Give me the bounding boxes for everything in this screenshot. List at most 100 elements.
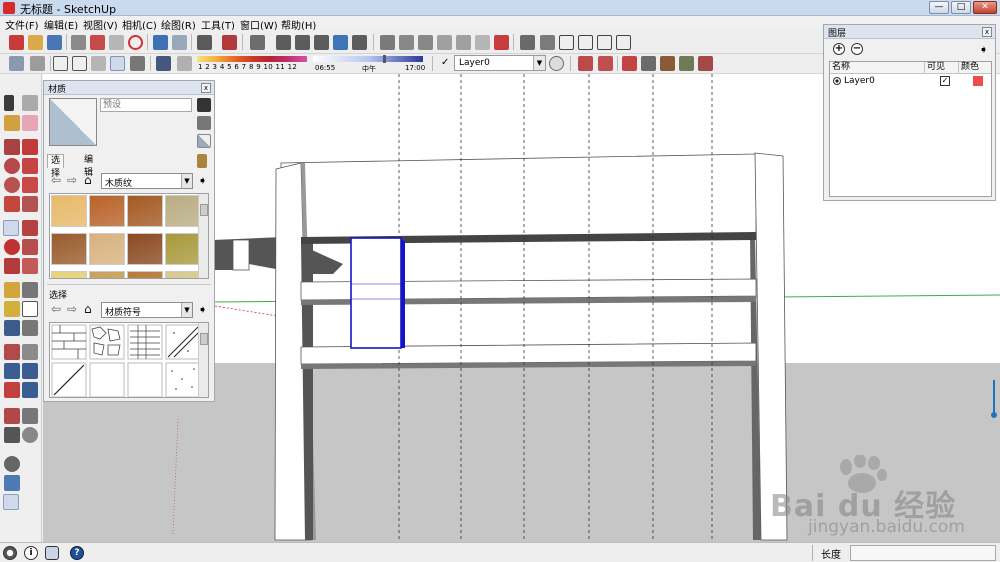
tab-edit[interactable]: 编辑 xyxy=(81,154,96,178)
material-swatch[interactable] xyxy=(165,195,201,227)
layer-select[interactable]: Layer0 ▼ xyxy=(454,55,546,71)
layer-visible-checkbox[interactable]: ✓ xyxy=(940,76,950,86)
material-swatch[interactable] xyxy=(127,195,163,227)
user-account-icon[interactable] xyxy=(45,546,59,560)
create-material-icon[interactable] xyxy=(197,116,211,130)
paint-bucket-icon[interactable] xyxy=(4,115,20,131)
next-view-icon[interactable] xyxy=(475,35,490,50)
make-component-icon[interactable] xyxy=(250,35,265,50)
redo-icon[interactable] xyxy=(172,35,187,50)
style-textured-icon[interactable] xyxy=(352,35,367,50)
scale-icon[interactable] xyxy=(4,258,20,274)
zoom-window-icon[interactable] xyxy=(437,35,452,50)
text-icon[interactable] xyxy=(22,301,38,317)
dimension-icon[interactable] xyxy=(22,282,38,298)
material-swatch[interactable] xyxy=(127,233,163,265)
material-swatch[interactable] xyxy=(89,195,125,227)
push-pull-icon[interactable] xyxy=(22,220,38,236)
tab-select[interactable]: 选择 xyxy=(47,154,65,179)
rotate-icon[interactable] xyxy=(4,239,20,255)
chevron-down-icon[interactable]: ▼ xyxy=(181,174,192,188)
credits-icon[interactable]: i xyxy=(24,546,38,560)
material-swatch[interactable] xyxy=(127,271,163,278)
zoom-icon[interactable] xyxy=(418,35,433,50)
symbol-library-select[interactable]: 材质符号 ▼ xyxy=(101,302,193,318)
top-view-icon[interactable] xyxy=(540,35,555,50)
layers-panel-header[interactable]: 图层 x xyxy=(824,25,995,39)
materials-panel-header[interactable]: 材质 x xyxy=(44,81,214,95)
pan-icon[interactable] xyxy=(399,35,414,50)
material-name-input[interactable] xyxy=(100,98,192,112)
section-plane-tool-icon[interactable] xyxy=(22,427,38,443)
print-icon[interactable] xyxy=(197,35,212,50)
freehand-icon[interactable] xyxy=(22,158,38,174)
style-xray-icon[interactable] xyxy=(276,35,291,50)
protractor-icon[interactable] xyxy=(4,301,20,317)
sandbox-tool-icon[interactable] xyxy=(4,456,20,472)
look-around-icon[interactable] xyxy=(22,408,38,424)
forward-arrow-icon[interactable]: ⇨ xyxy=(67,303,77,315)
make-component-tool-icon[interactable] xyxy=(22,95,38,111)
symbol-swatches[interactable] xyxy=(50,323,200,398)
layers-close-button[interactable]: x xyxy=(982,27,992,37)
table-row[interactable]: Layer0 ✓ xyxy=(830,75,991,88)
paste-icon[interactable] xyxy=(109,35,124,50)
chevron-down-icon[interactable]: ▼ xyxy=(181,303,192,317)
layer-name[interactable]: Layer0 xyxy=(844,76,875,86)
column-header-name[interactable]: 名称 xyxy=(830,62,925,74)
polygon-icon[interactable] xyxy=(4,177,20,193)
default-material-icon[interactable] xyxy=(197,134,211,148)
minimize-button[interactable]: — xyxy=(929,1,949,14)
shadow-month-slider[interactable]: 1 2 3 4 5 6 7 8 9 10 11 12 xyxy=(197,56,307,72)
zoom-slider[interactable] xyxy=(991,380,997,420)
cut-icon[interactable] xyxy=(71,35,86,50)
open-folder-icon[interactable] xyxy=(28,35,43,50)
details-arrow-icon[interactable]: ➧ xyxy=(198,303,207,316)
zoom-extents-icon[interactable] xyxy=(494,35,509,50)
layer-manager-icon[interactable] xyxy=(549,56,564,71)
new-file-icon[interactable] xyxy=(9,35,24,50)
material-swatch[interactable] xyxy=(165,233,201,265)
shadow-time-slider[interactable]: 06:55 中午 17:00 xyxy=(313,55,425,73)
material-preview[interactable] xyxy=(49,98,97,146)
axes-icon[interactable] xyxy=(4,320,20,336)
materials-close-button[interactable]: x xyxy=(201,83,211,93)
undo-icon[interactable] xyxy=(153,35,168,50)
previous-view-icon[interactable] xyxy=(456,35,471,50)
front-view-icon[interactable] xyxy=(559,35,574,50)
home-icon[interactable]: ⌂ xyxy=(84,174,92,186)
swatch-scroll-thumb[interactable] xyxy=(200,204,208,216)
warehouse-icon[interactable] xyxy=(622,56,637,71)
rectangle-icon[interactable] xyxy=(4,139,20,155)
line-icon[interactable] xyxy=(22,139,38,155)
column-header-color[interactable]: 颜色 xyxy=(959,62,991,74)
add-layer-icon[interactable]: + xyxy=(833,43,845,55)
copy-icon[interactable] xyxy=(90,35,105,50)
toggle-terrain-icon[interactable] xyxy=(3,494,19,510)
follow-me-icon[interactable] xyxy=(22,239,38,255)
style-wireframe-icon[interactable] xyxy=(295,35,310,50)
tape-measure-icon[interactable] xyxy=(4,282,20,298)
select-icon[interactable] xyxy=(4,95,14,111)
zoom-tool-icon[interactable] xyxy=(4,363,20,379)
position-camera-icon[interactable] xyxy=(4,408,20,424)
column-header-visible[interactable]: 可见 xyxy=(925,62,959,74)
circle-icon[interactable] xyxy=(4,158,20,174)
save-icon[interactable] xyxy=(47,35,62,50)
sandbox-icon[interactable] xyxy=(9,56,24,71)
extension-warehouse-icon[interactable] xyxy=(679,56,694,71)
style-shaded-icon[interactable] xyxy=(333,35,348,50)
geo-location-icon[interactable] xyxy=(3,546,17,560)
symbol-scroll-thumb[interactable] xyxy=(200,333,208,345)
two-point-arc-icon[interactable] xyxy=(22,196,38,212)
forward-arrow-icon[interactable]: ⇨ xyxy=(67,174,77,186)
ruby-console-icon[interactable] xyxy=(578,56,593,71)
face-style-xray-icon[interactable] xyxy=(53,56,68,71)
left-view-icon[interactable] xyxy=(616,35,631,50)
zoom-extents-tool-icon[interactable] xyxy=(4,382,20,398)
eraser-icon[interactable] xyxy=(22,115,38,131)
close-button[interactable]: ✕ xyxy=(973,1,997,14)
material-swatch[interactable] xyxy=(165,271,201,278)
offset-icon[interactable] xyxy=(22,258,38,274)
symbol-scrollbar[interactable] xyxy=(198,323,208,397)
